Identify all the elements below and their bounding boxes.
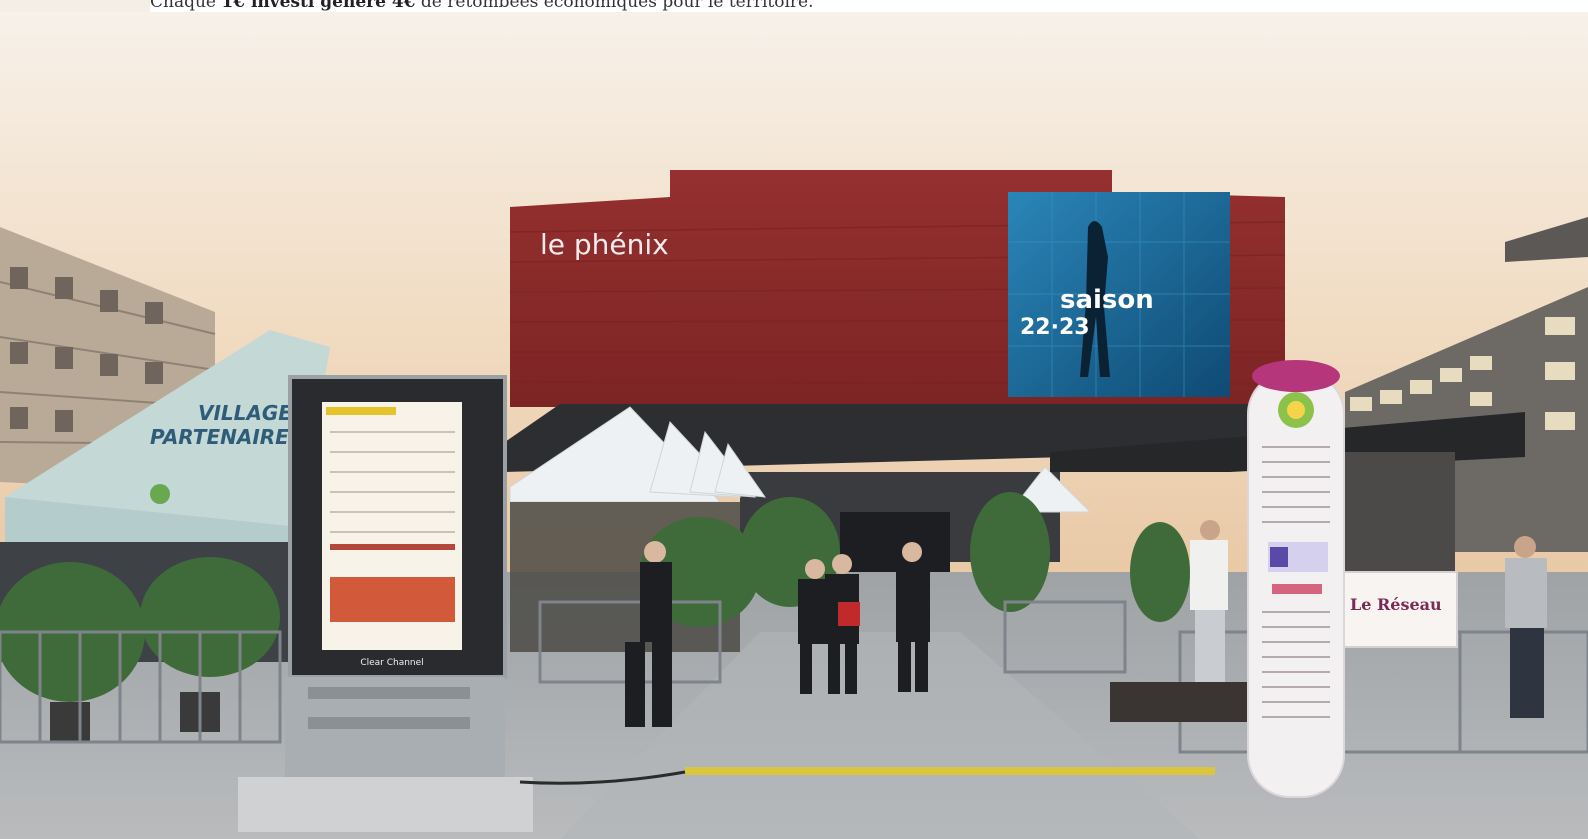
caption-highlight: 1€ investi génère 4€ — [221, 0, 416, 12]
kiosk-brand: Clear Channel — [360, 658, 423, 668]
booth-sign: Le Réseau — [1350, 595, 1442, 614]
photo-scene: le phénix saison 22·23 VILLAGE PARTENAIR… — [0, 12, 1588, 839]
caption-prefix: Chaque — [150, 0, 222, 12]
tent-line1: VILLAGE — [198, 401, 292, 425]
cable-protector — [685, 767, 1215, 775]
season-screen: saison 22·23 — [1008, 192, 1230, 397]
building-sign: le phénix — [540, 228, 669, 261]
tent-line2: PARTENAIRES — [150, 425, 303, 449]
photo-caption: Chaque 1€ investi génère 4€ de retombées… — [150, 0, 1588, 12]
inflatable-column — [1247, 360, 1345, 798]
screen-season: saison — [1060, 285, 1154, 315]
caption-suffix: de retombées économiques pour le territo… — [415, 0, 814, 12]
screen-years: 22·23 — [1020, 315, 1090, 340]
event-photo: le phénix saison 22·23 VILLAGE PARTENAIR… — [0, 12, 1588, 839]
